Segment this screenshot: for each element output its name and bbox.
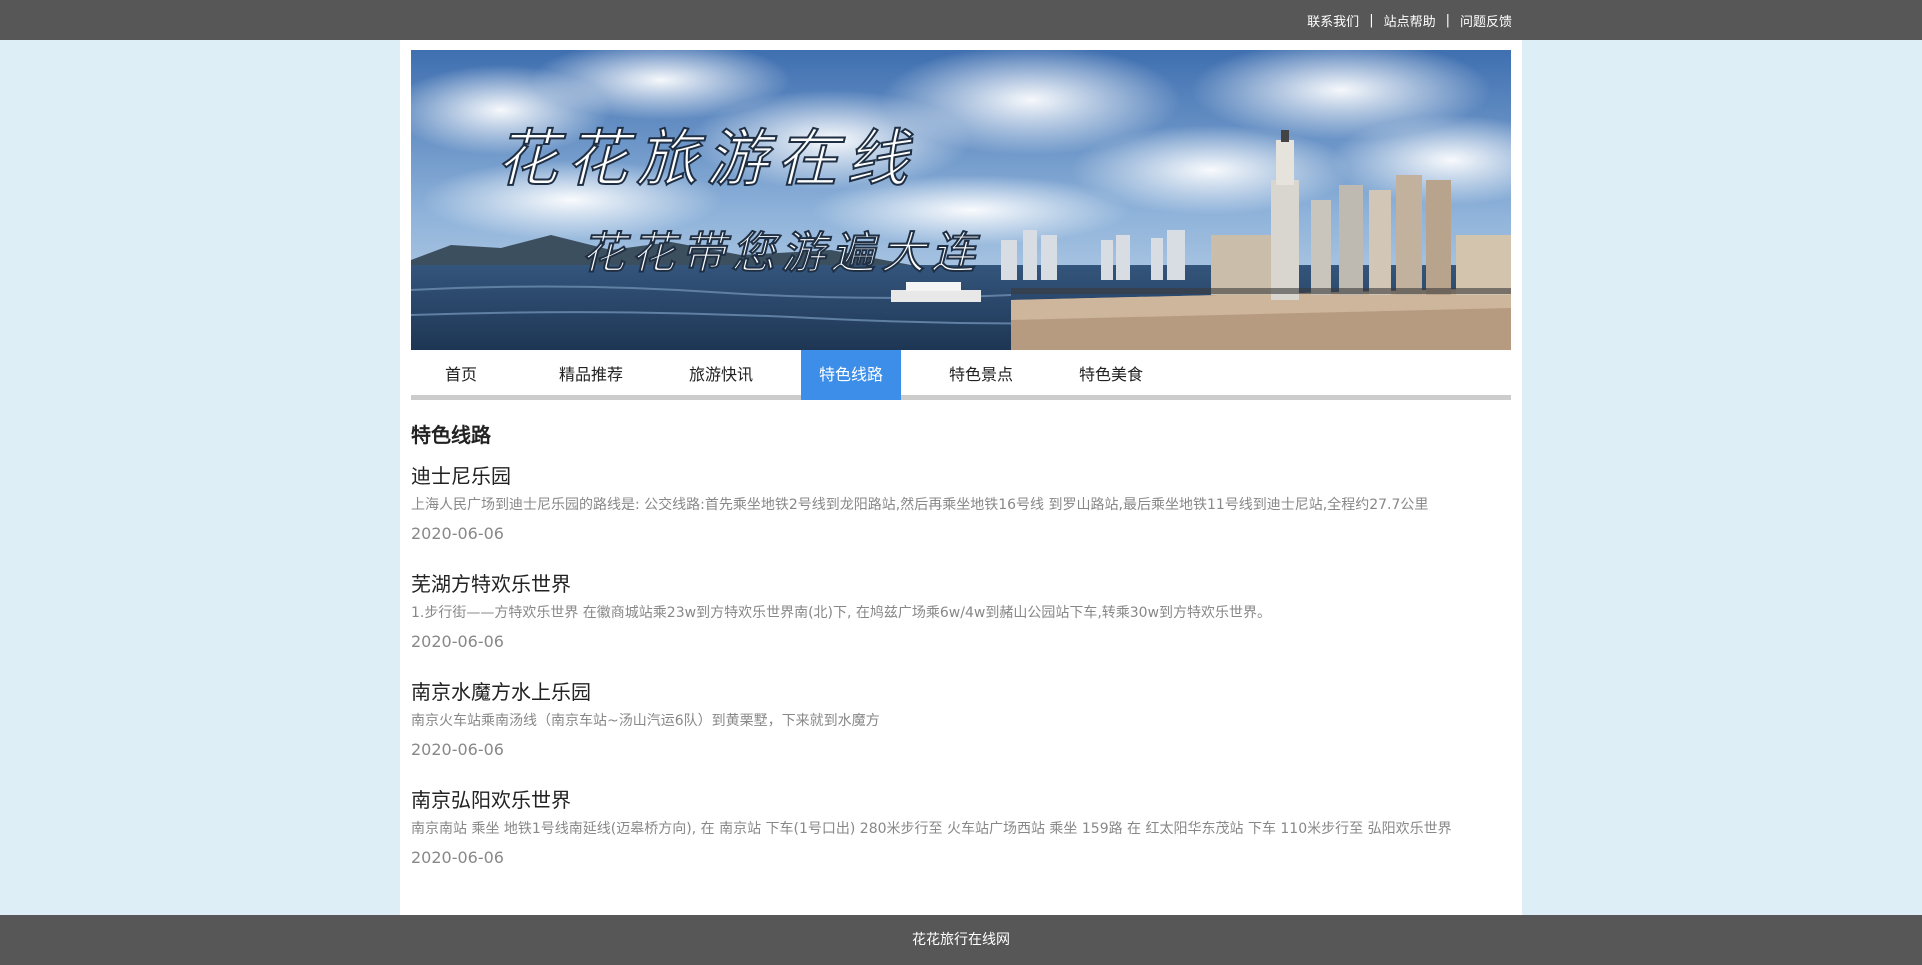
contact-us-link[interactable]: 联系我们 bbox=[1307, 11, 1359, 30]
footer-text: 花花旅行在线网 bbox=[912, 932, 1010, 948]
article-title[interactable]: 迪士尼乐园 bbox=[411, 462, 1511, 490]
article-date: 2020-06-06 bbox=[411, 848, 504, 867]
nav-item-food[interactable]: 特色美食 bbox=[1061, 350, 1161, 400]
article-title[interactable]: 芜湖方特欢乐世界 bbox=[411, 570, 1511, 598]
article-summary: 南京火车站乘南汤线（南京车站~汤山汽运6队）到黄栗墅，下来就到水魔方 bbox=[411, 713, 880, 729]
nav-item-home[interactable]: 首页 bbox=[411, 350, 511, 400]
section-title: 特色线路 bbox=[411, 423, 491, 447]
article-summary: 上海人民广场到迪士尼乐园的路线是: 公交线路:首先乘坐地铁2号线到龙阳路站,然后… bbox=[411, 497, 1429, 513]
article-item: 芜湖方特欢乐世界 1.步行街——方特欢乐世界 在徽商城站乘23w到方特欢乐世界南… bbox=[411, 570, 1511, 666]
article-date: 2020-06-06 bbox=[411, 524, 504, 543]
article-title[interactable]: 南京水魔方水上乐园 bbox=[411, 678, 1511, 706]
nav-item-news[interactable]: 旅游快讯 bbox=[671, 350, 771, 400]
article-item: 南京弘阳欢乐世界 南京南站 乘坐 地铁1号线南延线(迈皋桥方向), 在 南京站 … bbox=[411, 786, 1511, 882]
article-date: 2020-06-06 bbox=[411, 632, 504, 651]
top-links: 联系我们 | 站点帮助 | 问题反馈 bbox=[1307, 0, 1512, 40]
top-bar: 联系我们 | 站点帮助 | 问题反馈 bbox=[0, 0, 1922, 40]
article-item: 南京水魔方水上乐园 南京火车站乘南汤线（南京车站~汤山汽运6队）到黄栗墅，下来就… bbox=[411, 678, 1511, 774]
article-item: 迪士尼乐园 上海人民广场到迪士尼乐园的路线是: 公交线路:首先乘坐地铁2号线到龙… bbox=[411, 462, 1511, 558]
article-date: 2020-06-06 bbox=[411, 740, 504, 759]
nav-item-attractions[interactable]: 特色景点 bbox=[931, 350, 1031, 400]
article-summary: 南京南站 乘坐 地铁1号线南延线(迈皋桥方向), 在 南京站 下车(1号口出) … bbox=[411, 821, 1452, 837]
main-container: 花花旅游在线 花花带您游遍大连 首页 精品推荐 旅游快讯 特色线路 特色景点 特… bbox=[400, 40, 1522, 915]
banner-image: 花花旅游在线 花花带您游遍大连 bbox=[411, 50, 1511, 350]
separator: | bbox=[1369, 12, 1374, 28]
banner-title: 花花旅游在线 bbox=[496, 122, 916, 195]
site-help-link[interactable]: 站点帮助 bbox=[1384, 11, 1436, 30]
main-nav: 首页 精品推荐 旅游快讯 特色线路 特色景点 特色美食 bbox=[411, 350, 1511, 400]
article-summary: 1.步行街——方特欢乐世界 在徽商城站乘23w到方特欢乐世界南(北)下, 在鸠兹… bbox=[411, 605, 1272, 621]
footer: 花花旅行在线网 bbox=[0, 915, 1922, 965]
separator: | bbox=[1445, 12, 1450, 28]
article-title[interactable]: 南京弘阳欢乐世界 bbox=[411, 786, 1511, 814]
banner-subtitle: 花花带您游遍大连 bbox=[581, 228, 981, 279]
content-area: 特色线路 迪士尼乐园 上海人民广场到迪士尼乐园的路线是: 公交线路:首先乘坐地铁… bbox=[411, 420, 1511, 882]
nav-item-featured-routes[interactable]: 特色线路 bbox=[801, 350, 901, 400]
banner-picture: 花花旅游在线 花花带您游遍大连 bbox=[411, 50, 1511, 350]
nav-item-recommended[interactable]: 精品推荐 bbox=[541, 350, 641, 400]
feedback-link[interactable]: 问题反馈 bbox=[1460, 11, 1512, 30]
